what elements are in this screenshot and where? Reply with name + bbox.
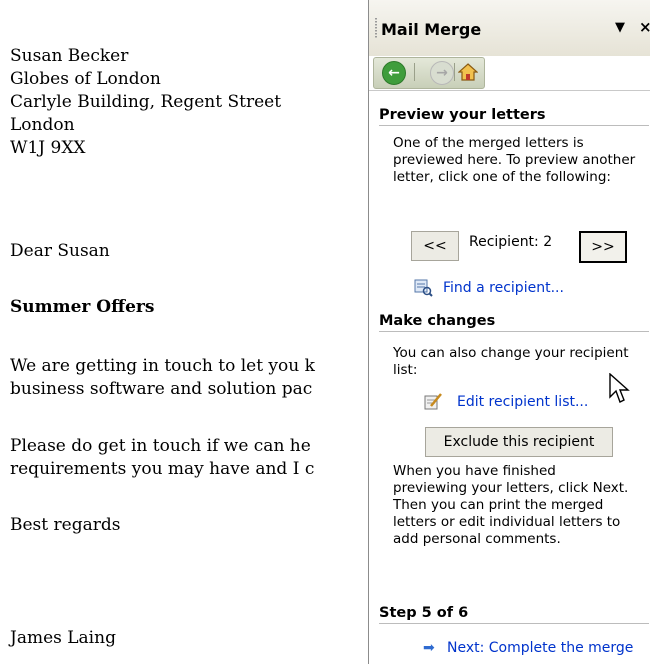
finish-description: When you have finished previewing your l… [393,463,629,547]
nav-separator [414,63,415,81]
signature: James Laing [10,628,116,648]
preview-section-heading: Preview your letters [379,107,649,126]
task-pane-nav-bar: ← → [373,57,485,89]
next-step-link[interactable]: Next: Complete the merge [447,640,633,656]
previous-recipient-button[interactable]: << [411,231,459,261]
pane-dropdown-icon[interactable]: ▼ [615,20,625,35]
forward-arrow-icon[interactable]: → [430,61,454,85]
changes-section-heading: Make changes [379,313,649,332]
task-pane-title: Mail Merge [381,20,482,39]
recipient-indicator: Recipient: 2 [469,234,553,250]
paragraph1-line1: We are getting in touch to let you k [10,356,315,376]
letter-heading: Summer Offers [10,297,155,317]
document-area[interactable]: Susan Becker Globes of London Carlyle Bu… [0,0,368,664]
home-icon[interactable] [458,62,478,82]
next-arrow-icon: ➡ [423,640,435,656]
nav-separator [454,63,455,81]
address-city: London [10,115,75,135]
preview-description: One of the merged letters is previewed h… [393,135,636,185]
address-street: Carlyle Building, Regent Street [10,92,282,112]
address-name: Susan Becker [10,46,129,66]
step-heading: Step 5 of 6 [379,605,649,624]
paragraph2-line2: requirements you may have and I c [10,459,315,479]
address-company: Globes of London [10,69,161,89]
close-icon[interactable]: × [639,18,650,36]
drag-grip-icon[interactable] [375,18,377,38]
back-arrow-icon[interactable]: ← [382,61,406,85]
paragraph1-line2: business software and solution pac [10,379,313,399]
changes-description: You can also change your recipient list: [393,345,629,378]
mail-merge-task-pane: Mail Merge ▼ × ← → Preview your letters … [368,0,650,665]
find-recipient-icon [414,279,433,297]
salutation: Dear Susan [10,241,110,261]
paragraph2-line1: Please do get in touch if we can he [10,436,311,456]
task-pane-title-bar: Mail Merge ▼ × [369,0,650,56]
edit-recipient-list-link[interactable]: Edit recipient list... [457,394,588,410]
edit-list-icon [424,393,442,410]
address-postcode: W1J 9XX [10,138,86,158]
closing: Best regards [10,515,121,535]
next-recipient-button[interactable]: >> [579,231,627,263]
find-recipient-link[interactable]: Find a recipient... [443,280,564,296]
exclude-recipient-button[interactable]: Exclude this recipient [425,427,613,457]
task-pane-body: Preview your letters One of the merged l… [369,90,650,665]
